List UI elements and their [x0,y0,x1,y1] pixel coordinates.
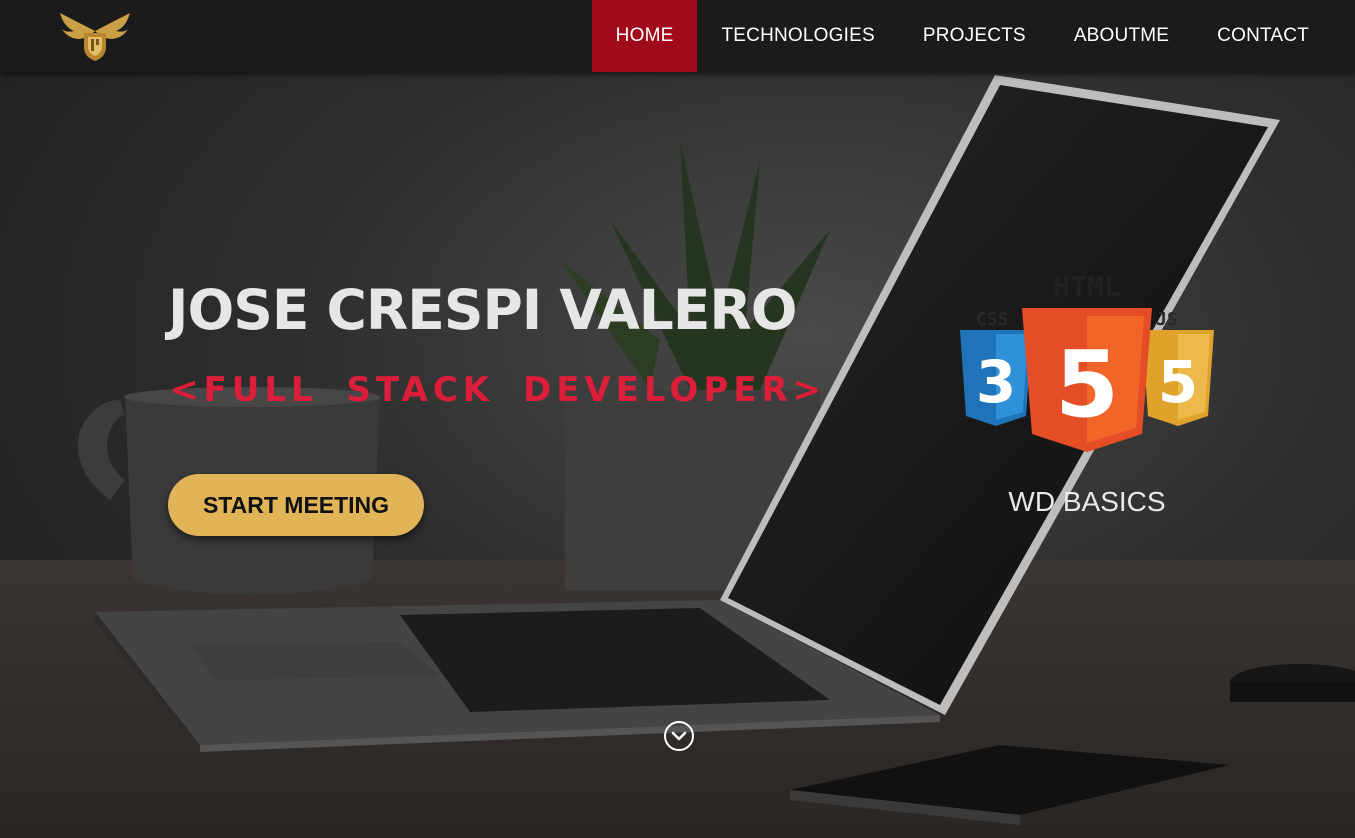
tech-caption: WD BASICS [1008,486,1166,517]
chevron-down-icon [671,731,687,741]
top-navbar: HOME TECHNOLOGIES PROJECTS ABOUTME CONTA… [0,0,1355,72]
nav-item-home[interactable]: HOME [591,0,698,72]
js-label: JS [1156,309,1178,330]
html-css-js-logo-icon: CSS 3 JS 5 HTML 5 [960,270,1214,452]
nav-item-aboutme[interactable]: ABOUTME [1050,0,1193,72]
nav-item-contact[interactable]: CONTACT [1193,0,1333,72]
css-version-number: 3 [976,348,1016,416]
html-label: HTML [1053,270,1120,303]
chevron-down-circle-icon[interactable] [664,721,694,751]
hero-role-subtitle: <FULL STACK DEVELOPER> [170,370,827,410]
hero-name-heading: JOSE CRESPI VALERO [168,278,797,342]
css-label: CSS [976,309,1009,330]
nav-item-projects[interactable]: PROJECTS [899,0,1050,72]
winged-shield-logo-icon[interactable] [58,9,132,63]
html-version-number: 5 [1055,331,1119,438]
js-version-number: 5 [1158,348,1198,416]
nav-item-technologies[interactable]: TECHNOLOGIES [697,0,898,72]
start-meeting-button[interactable]: START MEETING [168,474,424,536]
nav-menu: HOME TECHNOLOGIES PROJECTS ABOUTME CONTA… [591,0,1333,72]
